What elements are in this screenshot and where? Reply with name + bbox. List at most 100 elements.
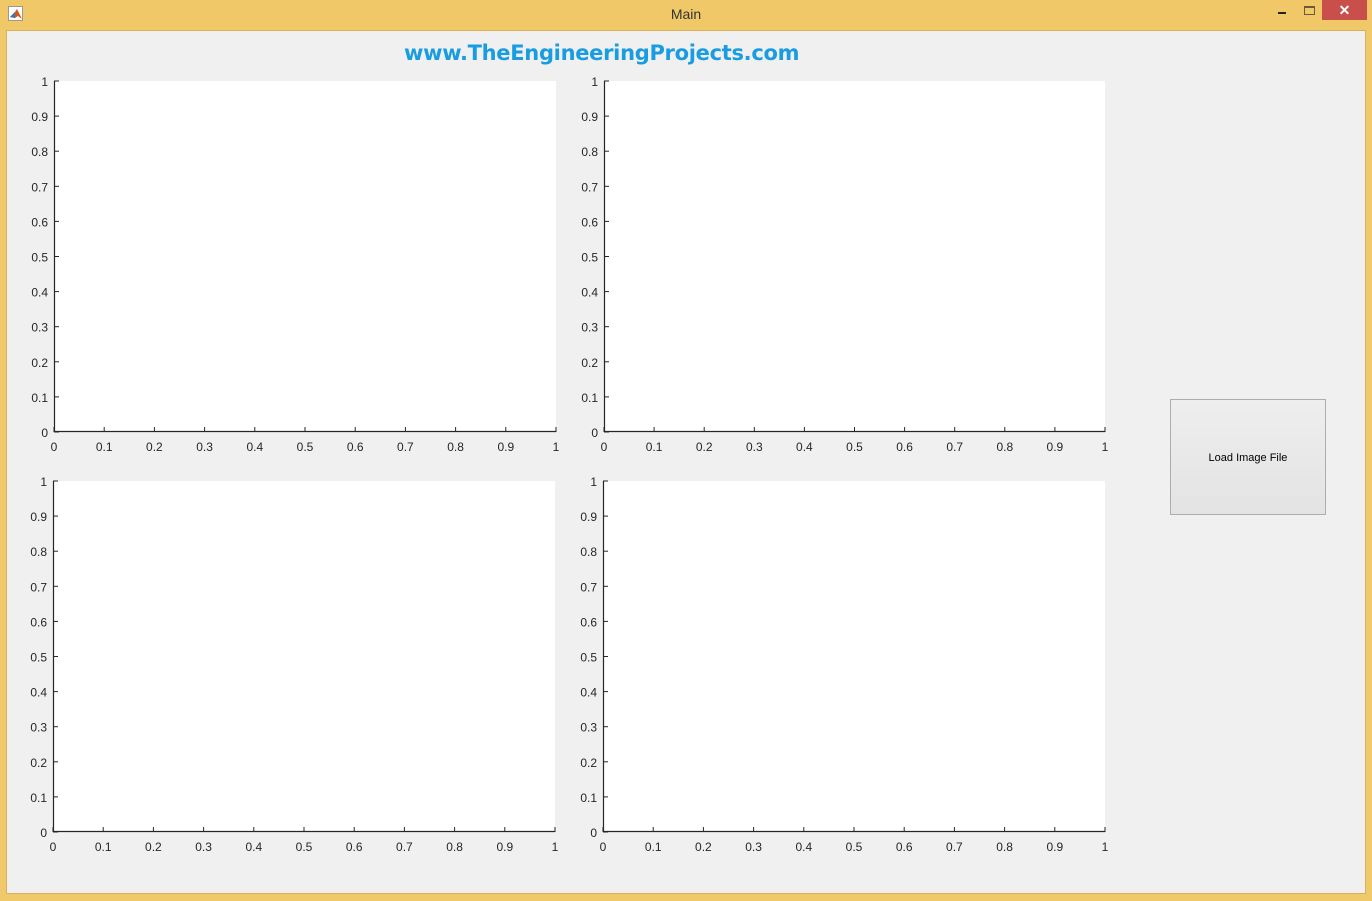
axes-bottom-right[interactable]: 0 0.1 0.2 0.3 0.4 0.5 0.6 0.7 0.8 0.9 1 0 0.1 0.2 0.3 0…: [580, 475, 1108, 854]
y-tick-label: 0.5: [581, 251, 598, 265]
y-tick-label: 0.9: [31, 110, 48, 124]
y-tick-label: 1: [591, 75, 598, 89]
y-tick-label: 0.6: [30, 615, 47, 629]
x-tick-label: 0: [51, 440, 58, 454]
minimize-icon: [1278, 12, 1286, 14]
x-tick-label: 0.8: [996, 840, 1013, 854]
x-tick-label: 0.2: [696, 440, 713, 454]
axes-svg: 0 0.1 0.2 0.3 0.4 0.5 0.6 0.7 0.8 0.9 1 0 0.1 0.2 0.3 0…: [31, 75, 559, 454]
x-tick-label: 1: [1102, 440, 1109, 454]
y-tick-label: 0.7: [30, 580, 47, 594]
x-tick-label: 0: [50, 840, 57, 854]
x-tick-label: 0.9: [497, 440, 514, 454]
x-tick-label: 0: [600, 840, 607, 854]
y-tick-label: 0.7: [31, 180, 48, 194]
x-tick-label: 0.1: [646, 440, 663, 454]
x-tick-label: 1: [553, 440, 560, 454]
x-tick-label: 0.8: [996, 440, 1013, 454]
close-icon: ✕: [1338, 2, 1351, 18]
x-tick-label: 0.6: [896, 440, 913, 454]
x-tick-label: 1: [552, 840, 559, 854]
site-title: www.TheEngineeringProjects.com: [404, 41, 800, 65]
x-tick-label: 0.1: [96, 440, 113, 454]
x-tick-label: 0.4: [245, 840, 262, 854]
y-tick-label: 0.1: [30, 791, 47, 805]
y-tick-label: 0.4: [30, 686, 47, 700]
y-tick-label: 0.2: [581, 356, 598, 370]
x-tick-label: 0.3: [196, 440, 213, 454]
y-tick-label: 0.2: [30, 756, 47, 770]
y-tick-label: 0.1: [580, 791, 597, 805]
axes-top-left[interactable]: 0 0.1 0.2 0.3 0.4 0.5 0.6 0.7 0.8 0.9 1 0 0.1 0.2 0.3 0…: [31, 75, 559, 454]
x-tick-label: 1: [1102, 840, 1109, 854]
x-tick-label: 0.7: [946, 840, 963, 854]
window-title: Main: [670, 6, 702, 22]
y-tick-label: 0.2: [31, 356, 48, 370]
y-tick-label: 0.8: [581, 145, 598, 159]
x-tick-label: 0.4: [795, 840, 812, 854]
y-tick-label: 0.8: [30, 545, 47, 559]
x-tick-label: 0.5: [296, 840, 313, 854]
y-tick-label: 0.4: [580, 686, 597, 700]
y-tick-label: 1: [590, 475, 597, 489]
x-tick-label: 0.2: [695, 840, 712, 854]
x-tick-label: 0.8: [446, 840, 463, 854]
y-tick-label: 0.8: [31, 145, 48, 159]
y-tick-label: 0.6: [581, 215, 598, 229]
x-tick-label: 0.9: [1047, 440, 1064, 454]
x-tick-label: 0.8: [447, 440, 464, 454]
x-tick-label: 0.1: [645, 840, 662, 854]
y-tick-label: 0.6: [31, 215, 48, 229]
x-tick-label: 0.7: [397, 440, 414, 454]
x-tick-label: 0.5: [297, 440, 314, 454]
x-tick-label: 0: [601, 440, 608, 454]
load-image-file-button[interactable]: Load Image File: [1170, 399, 1326, 515]
x-tick-label: 0.6: [347, 440, 364, 454]
x-tick-label: 0.2: [146, 440, 163, 454]
x-tick-label: 0.5: [846, 840, 863, 854]
y-tick-label: 0.5: [30, 651, 47, 665]
y-tick-label: 0: [41, 426, 48, 440]
x-tick-label: 0.1: [95, 840, 112, 854]
minimize-button[interactable]: [1270, 0, 1296, 20]
y-tick-label: 0.3: [580, 721, 597, 735]
x-tick-label: 0.4: [246, 440, 263, 454]
x-tick-label: 0.7: [396, 840, 413, 854]
y-tick-label: 0.9: [581, 110, 598, 124]
y-tick-label: 0.6: [580, 615, 597, 629]
x-tick-label: 0.4: [796, 440, 813, 454]
title-bar: Main ✕: [0, 0, 1372, 29]
close-button[interactable]: ✕: [1322, 0, 1367, 20]
x-tick-label: 0.9: [496, 840, 513, 854]
y-tick-label: 1: [40, 475, 47, 489]
y-tick-label: 0.9: [30, 510, 47, 524]
maximize-button[interactable]: [1296, 0, 1322, 20]
y-tick-label: 0.3: [31, 321, 48, 335]
y-tick-label: 1: [41, 75, 48, 89]
y-tick-label: 0.1: [581, 391, 598, 405]
y-tick-label: 0.5: [580, 651, 597, 665]
axes-top-right[interactable]: 0 0.1 0.2 0.3 0.4 0.5 0.6 0.7 0.8 0.9 1 0 0.1 0.2 0.3 0…: [581, 75, 1108, 454]
y-tick-label: 0.1: [31, 391, 48, 405]
y-tick-label: 0.5: [31, 251, 48, 265]
axes-svg: 0 0.1 0.2 0.3 0.4 0.5 0.6 0.7 0.8 0.9 1 0 0.1 0.2 0.3 0…: [581, 75, 1108, 454]
y-tick-label: 0.7: [580, 580, 597, 594]
x-tick-label: 0.6: [896, 840, 913, 854]
x-tick-label: 0.9: [1046, 840, 1063, 854]
axes-svg: 0 0.1 0.2 0.3 0.4 0.5 0.6 0.7 0.8 0.9 1 0 0.1 0.2 0.3 0…: [30, 475, 558, 854]
y-tick-label: 0: [590, 826, 597, 840]
y-tick-label: 0.3: [30, 721, 47, 735]
x-tick-label: 0.7: [946, 440, 963, 454]
y-tick-label: 0.3: [581, 321, 598, 335]
x-tick-label: 0.3: [746, 440, 763, 454]
y-tick-label: 0.9: [580, 510, 597, 524]
x-tick-label: 0.3: [745, 840, 762, 854]
y-tick-label: 0.4: [31, 286, 48, 300]
maximize-icon: [1304, 6, 1315, 15]
axes-bottom-left[interactable]: 0 0.1 0.2 0.3 0.4 0.5 0.6 0.7 0.8 0.9 1 0 0.1 0.2 0.3 0…: [30, 475, 558, 854]
x-tick-label: 0.2: [145, 840, 162, 854]
x-tick-label: 0.6: [346, 840, 363, 854]
y-tick-label: 0: [591, 426, 598, 440]
x-tick-label: 0.5: [846, 440, 863, 454]
y-tick-label: 0.4: [581, 286, 598, 300]
